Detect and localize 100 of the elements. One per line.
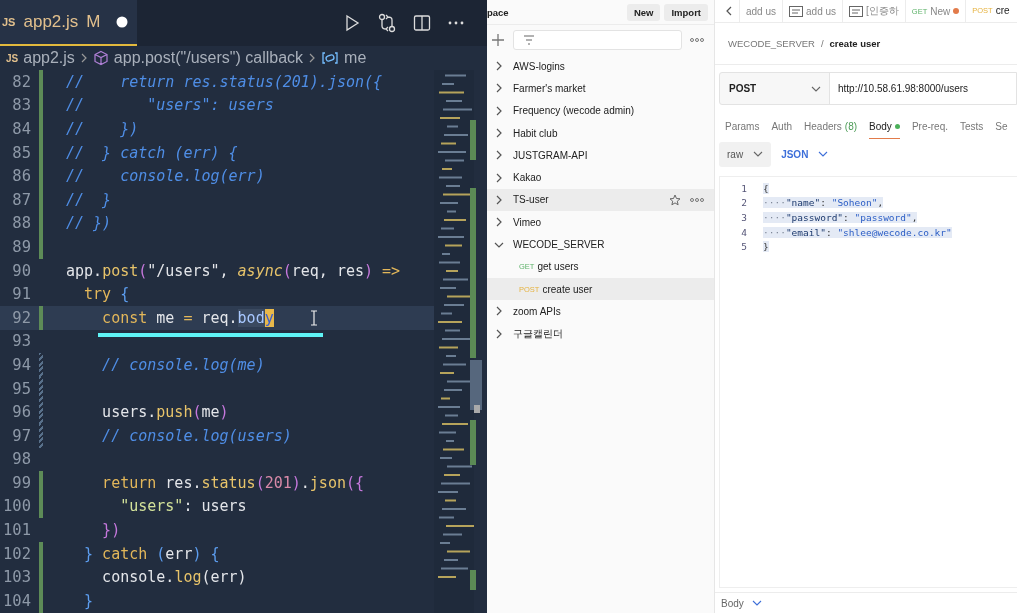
line-number: 4: [740, 226, 747, 238]
chevron-right-icon: [308, 52, 317, 64]
workspace-name: pace: [487, 6, 509, 18]
chevron-down-icon: [818, 150, 829, 158]
chevron-down-icon: [753, 150, 764, 158]
collection-item[interactable]: Kakao: [487, 166, 714, 189]
line-number: 5: [740, 241, 747, 253]
request-section-tab[interactable]: Tests: [960, 121, 984, 139]
code-line: // return res.status(201).json({: [66, 72, 383, 91]
code-line: app.post("/users", async(req, res) =>: [66, 261, 401, 280]
code-line: } catch (err) {: [83, 544, 220, 563]
request-tab[interactable]: add us: [782, 0, 843, 22]
chevron-down-icon: [751, 599, 762, 607]
body-format-select[interactable]: JSON: [781, 148, 829, 160]
code-line: // "users": users: [66, 96, 274, 115]
collection-item[interactable]: AWS-logins: [487, 55, 714, 78]
request-section-tab[interactable]: Auth: [771, 121, 793, 139]
request-tab[interactable]: add us: [739, 0, 783, 22]
breadcrumb-item[interactable]: WECODE_SERVER: [728, 38, 815, 49]
line-number: 103: [2, 568, 31, 587]
code-line: // console.log(err): [66, 167, 265, 186]
code-line: // }): [66, 214, 112, 233]
collection-item[interactable]: 구글캘린더: [487, 322, 714, 345]
collection-item[interactable]: Vimeo: [487, 211, 714, 234]
collection-item[interactable]: Frequency (wecode admin): [487, 99, 714, 122]
tab-filename: app2.js: [23, 12, 79, 32]
document-icon: [849, 5, 864, 17]
collection-item[interactable]: JUSTGRAM-API: [487, 144, 714, 167]
code-line: // }): [66, 120, 139, 138]
line-number: 97: [11, 426, 31, 445]
chevron-right-icon: [494, 150, 504, 161]
line-number: 1: [740, 182, 747, 194]
document-icon: [789, 5, 804, 17]
chevron-right-icon: [494, 172, 504, 183]
line-number: 100: [2, 497, 31, 516]
line-number: 98: [11, 450, 31, 469]
code-line: // console.log(users): [101, 426, 292, 445]
line-number: 82: [11, 72, 31, 91]
line-number: 94: [11, 355, 31, 374]
line-number: 89: [11, 237, 31, 256]
code-line: "users": users: [119, 497, 247, 516]
line-number: 102: [2, 544, 31, 563]
unsaved-dot-icon[interactable]: [116, 16, 129, 28]
line-number: 101: [2, 521, 31, 540]
line-number: 87: [11, 190, 31, 209]
collection-item[interactable]: Farmer's market: [487, 77, 714, 100]
code-line: try {: [83, 285, 130, 304]
add-icon[interactable]: [491, 33, 505, 47]
body-mode-select[interactable]: raw: [719, 141, 772, 167]
request-section-tab[interactable]: Headers (8): [804, 121, 858, 139]
chevron-right-icon: [494, 128, 504, 139]
line-number: 96: [11, 403, 31, 422]
chevron-right-icon: [79, 52, 88, 64]
breadcrumb-item[interactable]: me: [344, 49, 367, 67]
request-tab[interactable]: [인증하: [842, 0, 905, 22]
chevron-left-icon[interactable]: [725, 5, 733, 17]
breadcrumb-item[interactable]: app.post("/users") callback: [113, 49, 304, 67]
filter-icon: [523, 35, 535, 45]
response-section-label[interactable]: Body: [721, 597, 744, 609]
filter-field[interactable]: [513, 30, 682, 50]
code-line: // }: [66, 190, 112, 209]
line-number: 84: [11, 120, 31, 138]
split-editor-icon[interactable]: [413, 14, 431, 32]
line-number: 99: [11, 473, 31, 492]
line-number: 91: [11, 285, 31, 304]
line-number: 88: [11, 214, 31, 233]
text-cursor-icon: [310, 309, 318, 326]
collection-item[interactable]: TS-user: [487, 188, 714, 212]
compare-changes-icon[interactable]: [377, 13, 397, 33]
line-number: 104: [2, 591, 31, 610]
line-number: 90: [11, 261, 31, 280]
code-line: const me = req.body: [101, 308, 274, 327]
header-button[interactable]: Import: [664, 3, 708, 21]
collection-item[interactable]: WECODE_SERVER: [487, 233, 714, 256]
code-line: // } catch (err) {: [66, 143, 238, 162]
line-number: 85: [11, 143, 31, 162]
header-button[interactable]: New: [626, 3, 661, 21]
chevron-right-icon: [494, 217, 504, 228]
chevron-right-icon: [494, 328, 504, 339]
request-section-tab[interactable]: Pre-req.: [911, 121, 948, 139]
editor-tab[interactable]: JS app2.js M: [0, 0, 137, 46]
code-line: users.push(me): [101, 403, 229, 422]
run-icon[interactable]: [343, 14, 361, 32]
chevron-right-icon: [494, 306, 504, 317]
code-line: // console.log(me): [101, 355, 265, 374]
js-file-icon: JS: [6, 52, 19, 64]
request-section-tab[interactable]: Se: [995, 121, 1008, 139]
chevron-right-icon: [494, 83, 504, 94]
line-number: 92: [11, 308, 31, 327]
collection-item[interactable]: Habit club: [487, 121, 714, 145]
star-icon[interactable]: [669, 193, 681, 206]
request-section-tab[interactable]: Body: [869, 121, 900, 139]
line-number: 86: [11, 167, 31, 186]
line-number: 93: [11, 332, 31, 351]
collection-item[interactable]: zoom APIs: [487, 300, 714, 323]
line-number: 2: [740, 197, 747, 209]
line-number: 83: [11, 96, 31, 115]
request-section-tab[interactable]: Params: [725, 121, 760, 139]
breadcrumb-item[interactable]: app2.js: [23, 49, 75, 67]
chevron-right-icon: [494, 194, 504, 205]
